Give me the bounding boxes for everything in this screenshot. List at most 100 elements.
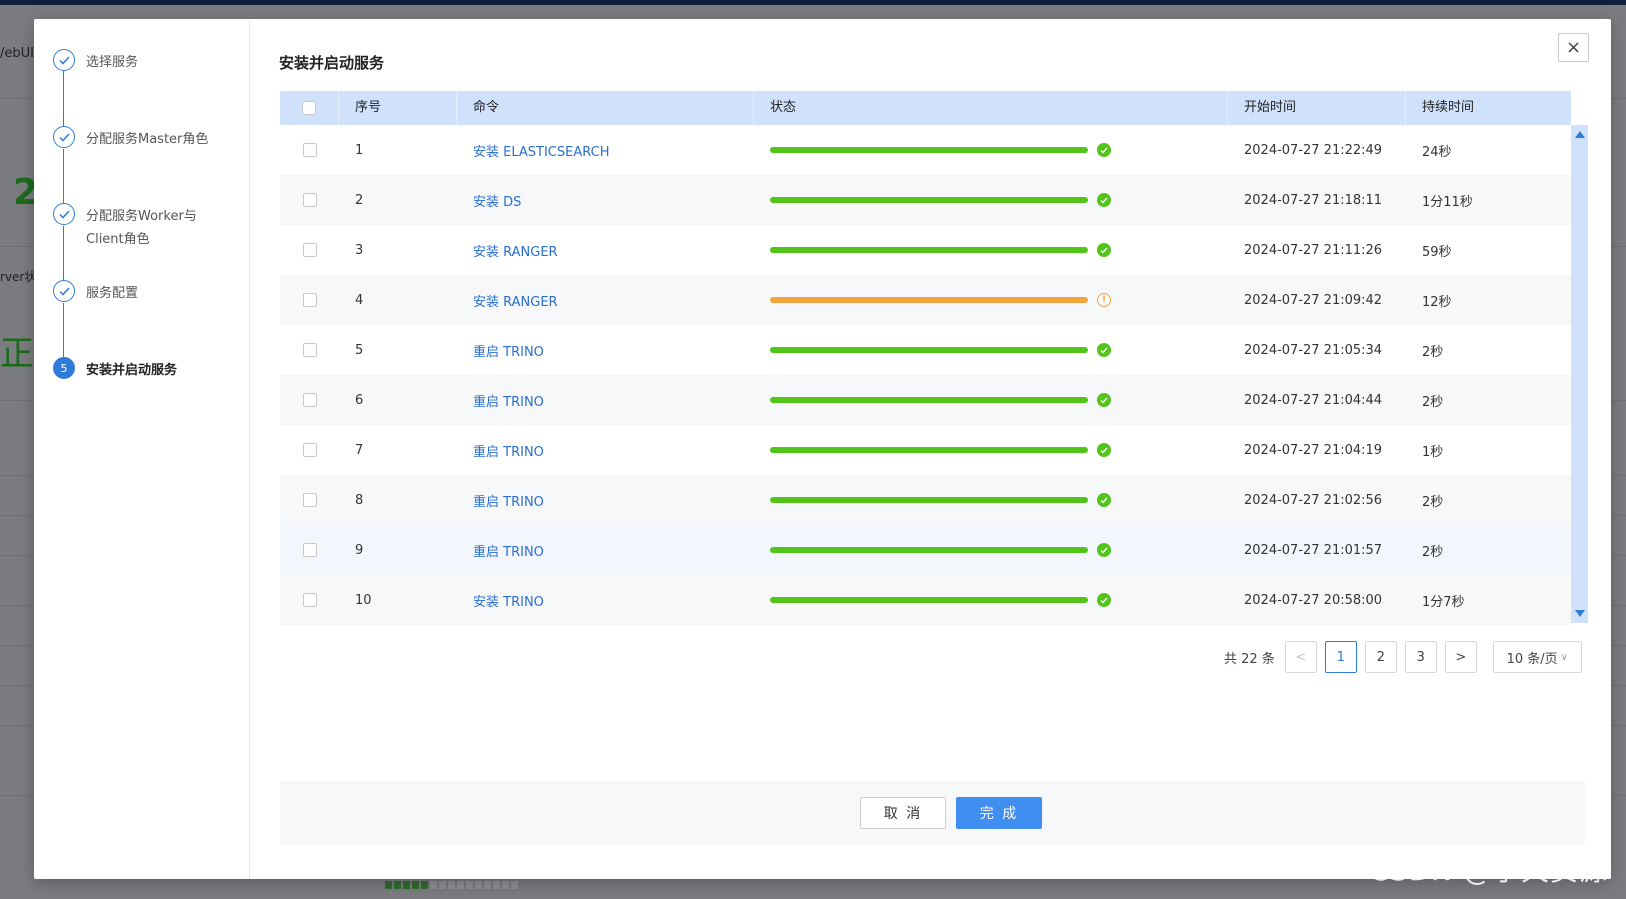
- dialog-title: 安装并启动服务: [279, 54, 385, 72]
- row-select-cell: [280, 275, 339, 325]
- progress-bar: [770, 597, 1088, 603]
- row-select-cell: [280, 525, 339, 575]
- next-page-button[interactable]: >: [1444, 641, 1477, 673]
- step-select-service[interactable]: 选择服务: [53, 49, 211, 74]
- row-duration: 2秒: [1422, 494, 1444, 510]
- scroll-up-arrow-icon[interactable]: [1575, 131, 1585, 138]
- row-status-cell: [754, 425, 1228, 475]
- success-check-icon: [1097, 443, 1111, 457]
- table-row[interactable]: 9 重启 TRINO 2024-07-27 21:01:57 2秒: [280, 525, 1571, 575]
- row-command-cell: 重启 TRINO: [457, 475, 754, 525]
- table-row[interactable]: 5 重启 TRINO 2024-07-27 21:05:34 2秒: [280, 325, 1571, 375]
- row-checkbox[interactable]: [302, 443, 317, 457]
- row-select-cell: [280, 125, 339, 175]
- scroll-down-arrow-icon[interactable]: [1575, 610, 1585, 617]
- row-start-time: 2024-07-27 21:18:11: [1244, 192, 1383, 208]
- row-duration: 1分11秒: [1422, 194, 1473, 210]
- row-command-cell: 安装 RANGER: [457, 225, 754, 275]
- row-status-cell: [754, 225, 1228, 275]
- prev-page-button[interactable]: <: [1284, 641, 1317, 673]
- select-all-checkbox[interactable]: [302, 101, 316, 115]
- table-row[interactable]: 6 重启 TRINO 2024-07-27 21:04:44 2秒: [280, 375, 1571, 425]
- chevron-down-icon: ∨: [1560, 651, 1568, 663]
- step-service-config[interactable]: 服务配置: [53, 280, 211, 305]
- step-label: 服务配置: [86, 286, 139, 301]
- table-row[interactable]: 4 安装 RANGER ! 2024-07-27 21:09:42 12秒: [280, 275, 1571, 325]
- row-checkbox[interactable]: [302, 543, 317, 557]
- row-select-cell: [280, 225, 339, 275]
- table-row[interactable]: 8 重启 TRINO 2024-07-27 21:02:56 2秒: [280, 475, 1571, 525]
- command-link[interactable]: 重启 TRINO: [473, 341, 544, 360]
- step-install-start[interactable]: 5 安装并启动服务: [53, 357, 211, 382]
- row-status-cell: [754, 125, 1228, 175]
- table-row[interactable]: 10 安装 TRINO 2024-07-27 20:58:00 1分7秒: [280, 575, 1571, 625]
- command-link[interactable]: 重启 TRINO: [473, 541, 544, 560]
- row-select-cell: [280, 325, 339, 375]
- progress-bar: [770, 297, 1088, 303]
- table-scrollbar[interactable]: [1571, 125, 1588, 623]
- wizard-steps: 选择服务 分配服务Master角色 分配服务Worker与Client角色 服务…: [34, 19, 250, 879]
- row-no: 3: [355, 242, 364, 258]
- table-row[interactable]: 1 安装 ELASTICSEARCH 2024-07-27 21:22:49 2…: [280, 125, 1571, 175]
- row-checkbox[interactable]: [302, 293, 317, 307]
- step-assign-worker-client[interactable]: 分配服务Worker与Client角色: [53, 203, 211, 251]
- cancel-button[interactable]: 取 消: [860, 797, 946, 829]
- table-row[interactable]: 2 安装 DS 2024-07-27 21:18:11 1分11秒: [280, 175, 1571, 225]
- progress-bar: [770, 347, 1088, 353]
- row-checkbox[interactable]: [302, 243, 317, 257]
- command-link[interactable]: 安装 TRINO: [473, 591, 544, 610]
- progress-bar: [770, 247, 1088, 253]
- chevron-right-icon: >: [1455, 649, 1467, 665]
- close-icon: ×: [1565, 37, 1582, 58]
- row-duration: 2秒: [1422, 394, 1444, 410]
- command-link[interactable]: 重启 TRINO: [473, 391, 544, 410]
- table-row[interactable]: 7 重启 TRINO 2024-07-27 21:04:19 1秒: [280, 425, 1571, 475]
- row-command-cell: 重启 TRINO: [457, 325, 754, 375]
- check-icon: [53, 203, 75, 225]
- row-duration: 59秒: [1422, 244, 1452, 260]
- pagination: 共 22 条 < 1 2 3 > 10 条/页 ∨: [1224, 641, 1582, 673]
- row-duration: 2秒: [1422, 544, 1444, 560]
- page-size-value: 10 条/页: [1506, 651, 1558, 667]
- install-service-dialog: 选择服务 分配服务Master角色 分配服务Worker与Client角色 服务…: [34, 19, 1611, 879]
- row-command-cell: 重启 TRINO: [457, 375, 754, 425]
- row-no: 6: [355, 392, 364, 408]
- row-start-time: 2024-07-27 21:22:49: [1244, 142, 1383, 158]
- command-link[interactable]: 安装 DS: [473, 191, 521, 210]
- background-webui-text: /ebUI: [0, 46, 34, 61]
- check-icon: [53, 126, 75, 148]
- row-start-time: 2024-07-27 21:04:44: [1244, 392, 1383, 408]
- row-select-cell: [280, 425, 339, 475]
- command-link[interactable]: 重启 TRINO: [473, 491, 544, 510]
- warning-icon: !: [1097, 293, 1111, 307]
- row-checkbox[interactable]: [302, 143, 317, 157]
- row-checkbox[interactable]: [302, 193, 317, 207]
- header-no: 序号: [339, 91, 457, 125]
- command-link[interactable]: 安装 ELASTICSEARCH: [473, 141, 609, 160]
- row-checkbox[interactable]: [302, 343, 317, 357]
- header-select-all: [280, 91, 339, 125]
- row-status-cell: [754, 175, 1228, 225]
- row-checkbox[interactable]: [302, 593, 317, 607]
- success-check-icon: [1097, 493, 1111, 507]
- page-button-1[interactable]: 1: [1324, 641, 1357, 673]
- table-row[interactable]: 3 安装 RANGER 2024-07-27 21:11:26 59秒: [280, 225, 1571, 275]
- progress-bar: [770, 197, 1088, 203]
- command-table: 序号 命令 状态 开始时间 持续时间 1 安装 ELASTICSEARCH 20…: [280, 91, 1571, 629]
- command-link[interactable]: 安装 RANGER: [473, 291, 558, 310]
- row-command-cell: 安装 ELASTICSEARCH: [457, 125, 754, 175]
- row-checkbox[interactable]: [302, 393, 317, 407]
- step-label: 选择服务: [86, 55, 139, 70]
- page-button-3[interactable]: 3: [1404, 641, 1437, 673]
- success-check-icon: [1097, 543, 1111, 557]
- row-checkbox[interactable]: [302, 493, 317, 507]
- row-start-time: 2024-07-27 21:02:56: [1244, 492, 1383, 508]
- command-link[interactable]: 安装 RANGER: [473, 241, 558, 260]
- page-size-select[interactable]: 10 条/页 ∨: [1492, 641, 1582, 673]
- close-button[interactable]: ×: [1558, 33, 1589, 62]
- finish-button[interactable]: 完 成: [956, 797, 1042, 829]
- step-assign-master[interactable]: 分配服务Master角色: [53, 126, 211, 151]
- page-button-2[interactable]: 2: [1364, 641, 1397, 673]
- chevron-left-icon: <: [1295, 649, 1307, 665]
- command-link[interactable]: 重启 TRINO: [473, 441, 544, 460]
